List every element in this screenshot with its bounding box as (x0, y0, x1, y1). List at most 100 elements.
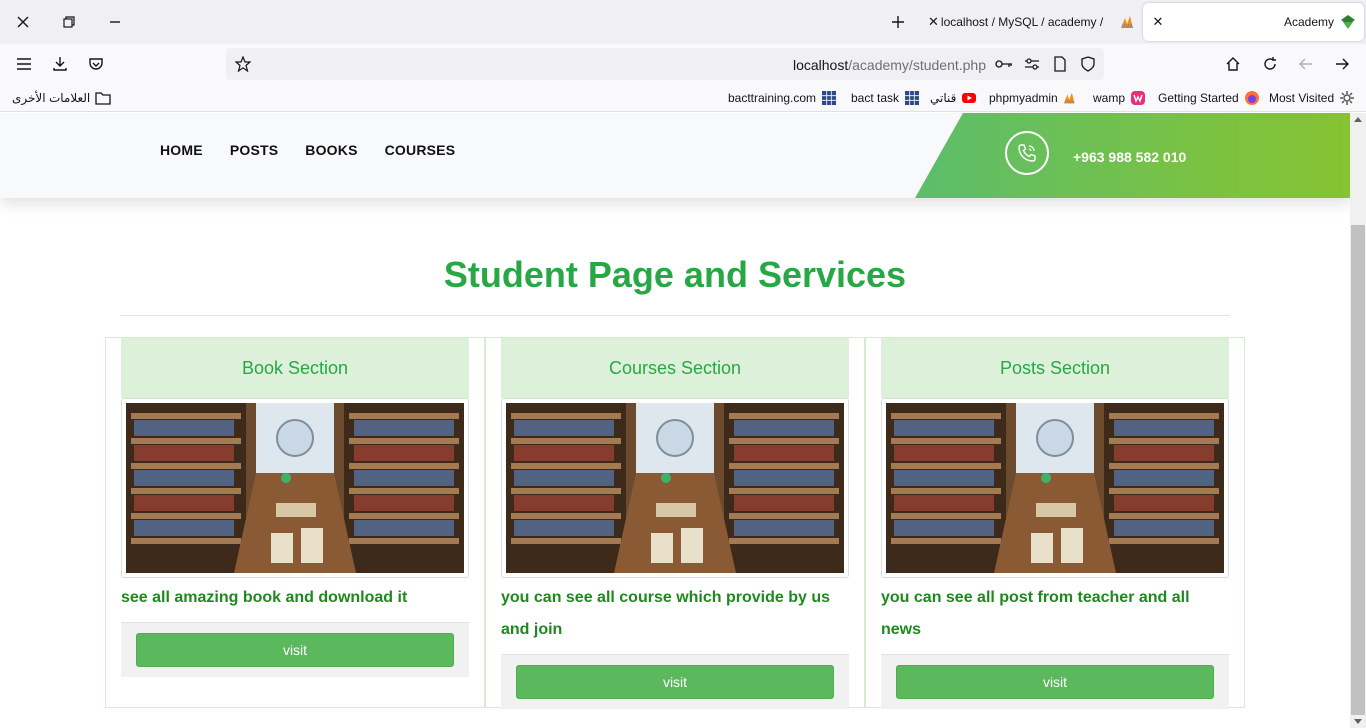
contact-band: +963 988 582 010 (915, 113, 1350, 198)
firefox-icon (1244, 91, 1259, 105)
card-description: you can see all course which provide by … (501, 589, 830, 638)
tab-phpmyadmin[interactable]: ✕ localhost / MySQL / academy / PMA (920, 4, 1138, 40)
shield-icon (1081, 56, 1095, 72)
library-image (121, 398, 469, 578)
url-text[interactable]: localhost/academy/student.php (793, 57, 986, 73)
wamp-icon (1131, 91, 1146, 105)
reload-button[interactable] (1258, 52, 1282, 76)
menu-posts-link[interactable]: POSTS (230, 142, 278, 158)
book-section-card: Book Section see all amazing book and do… (105, 337, 485, 708)
bookmark-star-button[interactable] (231, 52, 255, 76)
pocket-icon (89, 58, 103, 70)
page-title: Student Page and Services (443, 254, 907, 295)
home-button[interactable] (1221, 52, 1245, 76)
other-bookmarks-label: العلامات الأخرى (12, 91, 91, 105)
card-footer: visit (881, 654, 1229, 709)
bookmark-label: Most Visited (1269, 91, 1335, 105)
bookmark-label: bacttraining.com (728, 91, 817, 105)
visit-posts-button[interactable]: visit (896, 665, 1214, 699)
bookmark-label: Getting Started (1158, 91, 1239, 105)
folder-icon (95, 92, 111, 105)
card-footer: visit (501, 654, 849, 709)
library-illustration (506, 403, 844, 573)
tab-title: localhost / MySQL / academy / (940, 15, 1104, 29)
page-scrollbar[interactable] (1350, 113, 1366, 728)
bookmark-bact-task[interactable]: bact task (851, 90, 920, 106)
visit-courses-button[interactable]: visit (516, 665, 834, 699)
svg-text:PMA: PMA (1122, 24, 1134, 29)
menu-button[interactable] (12, 52, 36, 76)
card-footer: visit (121, 622, 469, 677)
page-icon (1054, 56, 1066, 72)
back-button[interactable] (1330, 52, 1354, 76)
bookmark-getting-started[interactable]: Getting Started (1158, 90, 1260, 106)
tab-close-icon[interactable]: ✕ (1143, 14, 1173, 30)
url-host: localhost (792, 57, 849, 73)
bookmark-my-channel[interactable]: قناتي (930, 90, 977, 106)
window-minimize-button[interactable] (101, 8, 129, 36)
sliders-icon (1025, 58, 1039, 70)
other-bookmarks-folder[interactable]: العلامات الأخرى (12, 90, 111, 106)
home-icon (1226, 57, 1240, 71)
scroll-down-arrow-icon[interactable] (1354, 719, 1362, 724)
tracking-protection-button[interactable] (1076, 52, 1100, 76)
phone-icon (1018, 144, 1036, 162)
card-heading: Posts Section (881, 338, 1229, 398)
visit-books-button[interactable]: visit (136, 633, 454, 667)
hamburger-icon (17, 58, 31, 70)
scroll-up-arrow-icon[interactable] (1354, 117, 1362, 122)
menu-books-link[interactable]: BOOKS (305, 142, 357, 158)
arrow-right-icon (1336, 58, 1349, 70)
permissions-button[interactable] (1020, 52, 1044, 76)
library-image (501, 398, 849, 578)
arrow-left-icon (1299, 58, 1312, 70)
plus-icon (892, 16, 904, 28)
close-icon (17, 16, 29, 28)
password-key-button[interactable] (992, 52, 1016, 76)
menu-courses-link[interactable]: COURSES (385, 142, 456, 158)
phone-number: +963 988 582 010 (1073, 149, 1187, 165)
bookmark-bacttraining[interactable]: bacttraining.com (728, 90, 837, 106)
minimize-icon (110, 21, 120, 23)
pocket-button[interactable] (84, 52, 108, 76)
reload-icon (1264, 57, 1276, 70)
title-divider (120, 315, 1230, 316)
tab-academy[interactable]: ✕ Academy (1143, 3, 1364, 41)
card-description: see all amazing book and download it (121, 589, 408, 606)
window-close-button[interactable] (9, 8, 37, 36)
bookmark-label: bact task (851, 91, 900, 105)
library-image (881, 398, 1229, 578)
window-restore-button[interactable] (55, 8, 83, 36)
academy-favicon-icon (1341, 15, 1355, 29)
web-page: HOME POSTS BOOKS COURSES +963 988 582 01… (0, 113, 1366, 728)
site-header: HOME POSTS BOOKS COURSES +963 988 582 01… (0, 113, 1350, 198)
menu-home-link[interactable]: HOME (160, 142, 203, 158)
card-heading: Book Section (121, 338, 469, 398)
library-illustration (886, 403, 1224, 573)
phpmyadmin-icon: PMA (1063, 92, 1075, 104)
bookmark-label: wamp (1093, 91, 1126, 105)
grid-icon (905, 91, 920, 105)
bookmark-label: phpmyadmin (989, 91, 1058, 105)
key-icon (995, 60, 1012, 68)
star-icon (235, 56, 251, 72)
phpmyadmin-icon: PMA (1121, 16, 1134, 29)
tab-title: Academy (1283, 15, 1334, 29)
tab-close-icon[interactable]: ✕ (928, 14, 939, 30)
bookmark-phpmyadmin[interactable]: phpmyadmin PMA (989, 90, 1079, 106)
youtube-icon (962, 93, 977, 103)
main-menu: HOME POSTS BOOKS COURSES (160, 142, 482, 158)
new-tab-button[interactable] (884, 8, 912, 36)
svg-text:PMA: PMA (1064, 99, 1074, 104)
courses-section-card: Courses Section you can see all course w… (485, 337, 865, 709)
scroll-thumb[interactable] (1351, 225, 1365, 715)
address-bar[interactable]: localhost/academy/student.php (226, 48, 1104, 80)
reader-view-button[interactable] (1048, 52, 1072, 76)
bookmark-most-visited[interactable]: Most Visited (1269, 90, 1355, 106)
library-illustration (126, 403, 464, 573)
card-heading: Courses Section (501, 338, 849, 398)
forward-button[interactable] (1294, 52, 1318, 76)
bookmark-wamp[interactable]: wamp (1093, 90, 1146, 106)
posts-section-card: Posts Section you can see all post from … (865, 337, 1245, 709)
downloads-button[interactable] (48, 52, 72, 76)
